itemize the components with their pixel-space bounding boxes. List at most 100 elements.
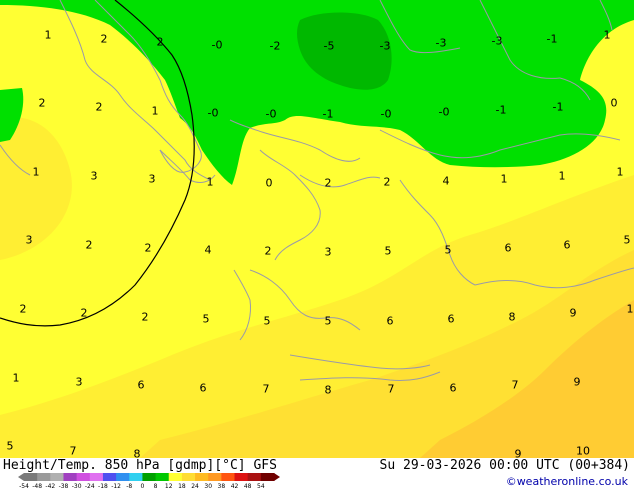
map-value-label: 5 — [6, 439, 14, 453]
color-scale-segment — [89, 473, 104, 481]
map-value-label: 1 — [12, 371, 20, 385]
color-scale-tick: -42 — [45, 483, 56, 490]
map-value-label: 2 — [95, 100, 103, 114]
map-value-label: 5 — [202, 312, 210, 326]
color-scale-segment — [37, 473, 51, 481]
color-scale-tick: 48 — [243, 483, 252, 490]
map-value-label: 6 — [563, 238, 571, 252]
map-title: Height/Temp. 850 hPa [gdmp][°C] GFS — [3, 458, 277, 473]
map-value-label: 1 — [626, 302, 634, 316]
map-value-label: 2 — [100, 32, 108, 46]
map-value-label: 1 — [500, 172, 508, 186]
map-value-label: 6 — [504, 241, 512, 255]
color-scale-tick: 38 — [217, 483, 226, 490]
map-value-label: 1 — [151, 104, 159, 118]
map-value-label: -1 — [552, 100, 564, 114]
map-value-label: -0 — [211, 38, 223, 52]
map-value-label: 5 — [444, 243, 452, 257]
color-scale-segment — [195, 473, 209, 481]
color-scale-tick: 24 — [191, 483, 199, 490]
map-value-label: -3 — [491, 34, 503, 48]
map-value-label: 6 — [386, 314, 394, 328]
color-scale-tick: -30 — [71, 483, 82, 490]
map-value-label: 2 — [141, 310, 149, 324]
map-value-label: -0 — [207, 106, 219, 120]
map-value-label: 3 — [75, 375, 83, 389]
forecast-datetime: Su 29-03-2026 00:00 UTC (00+384) — [379, 458, 630, 473]
map-value-label: 2 — [19, 302, 27, 316]
map-value-label: 2 — [144, 241, 152, 255]
color-scale-segment — [142, 473, 157, 481]
color-scale-tick: -54 — [19, 483, 29, 490]
map-value-label: 1 — [206, 175, 214, 189]
color-scale-segment — [208, 473, 222, 481]
map-value-label: 6 — [199, 381, 207, 395]
map-value-label: 3 — [324, 245, 332, 259]
color-scale-tick: 12 — [164, 483, 173, 490]
color-scale-segment — [234, 473, 249, 481]
color-scale-segment — [221, 473, 236, 481]
map-value-label: 10 — [576, 444, 590, 458]
map-value-label: 5 — [384, 244, 392, 258]
map-value-label: -1 — [495, 103, 507, 117]
map-value-label: 4 — [442, 174, 450, 188]
color-scale-tick: 42 — [230, 483, 239, 490]
map-value-label: 0 — [265, 176, 273, 190]
map-value-label: 4 — [204, 243, 212, 257]
map-value-label: 8 — [324, 383, 332, 397]
map-value-label: -3 — [435, 36, 447, 50]
map-value-label: 9 — [514, 447, 522, 459]
map-value-label: 1 — [558, 169, 566, 183]
map-value-label: 2 — [38, 96, 46, 110]
scale-arrow-right — [274, 473, 280, 481]
map-value-label: 7 — [511, 378, 519, 392]
color-scale-tick: 18 — [178, 483, 186, 490]
credit-link[interactable]: ©weatheronline.co.uk — [506, 475, 628, 488]
color-scale-segment — [63, 473, 78, 481]
color-scale-segment — [247, 473, 262, 481]
scale-arrow-left — [18, 473, 24, 481]
map-value-label: 7 — [387, 382, 395, 396]
temperature-map — [0, 0, 634, 458]
color-scale-segment — [76, 473, 91, 481]
color-scale-segment — [260, 473, 275, 481]
map-value-label: -0 — [438, 105, 450, 119]
map-value-label: 6 — [447, 312, 455, 326]
map-value-label: 2 — [85, 238, 93, 252]
map-value-label: -0 — [265, 107, 277, 121]
map-value-label: 1 — [32, 165, 40, 179]
map-value-label: 7 — [262, 382, 270, 396]
map-value-label: 2 — [324, 176, 332, 190]
map-area: 1 2 2 -0 -2 -5 -3 -3 -3 -1 1 2 2 1 -0 -0 -1 -0 -0 -1 -1 0 1 3 3 1… — [0, 0, 634, 458]
map-value-label: 5 — [324, 314, 332, 328]
map-value-label: 7 — [69, 444, 77, 458]
color-scale-tick: -8 — [126, 483, 133, 490]
color-scale-segment — [155, 473, 170, 481]
map-value-label: 9 — [569, 306, 577, 320]
map-value-label: 9 — [573, 375, 581, 389]
map-value-label: -2 — [269, 39, 281, 53]
map-value-label: 6 — [137, 378, 145, 392]
color-scale-tick: -48 — [32, 483, 43, 490]
map-value-label: 3 — [148, 172, 156, 186]
color-scale-tick: 30 — [204, 483, 213, 490]
color-scale-tick: -24 — [84, 483, 95, 490]
color-scale-segment — [129, 473, 143, 481]
color-scale-segment — [116, 473, 130, 481]
color-scale — [18, 473, 280, 481]
footer-bar: Height/Temp. 850 hPa [gdmp][°C] GFS Su 2… — [0, 458, 634, 490]
map-value-label: 2 — [264, 244, 272, 258]
map-value-label: 1 — [603, 28, 611, 42]
map-value-label: 5 — [263, 314, 271, 328]
map-value-label: 0 — [610, 96, 618, 110]
color-scale-tick: 54 — [257, 483, 265, 490]
map-value-label: 2 — [156, 35, 164, 49]
map-value-label: -3 — [379, 39, 391, 53]
color-scale-tick: 0 — [140, 483, 145, 490]
color-scale-tick: -38 — [58, 483, 69, 490]
map-value-label: 3 — [90, 169, 98, 183]
map-value-label: 2 — [80, 306, 88, 320]
color-scale-tick: 8 — [153, 483, 158, 490]
color-scale-segment — [50, 473, 64, 481]
map-value-label: 3 — [25, 233, 33, 247]
